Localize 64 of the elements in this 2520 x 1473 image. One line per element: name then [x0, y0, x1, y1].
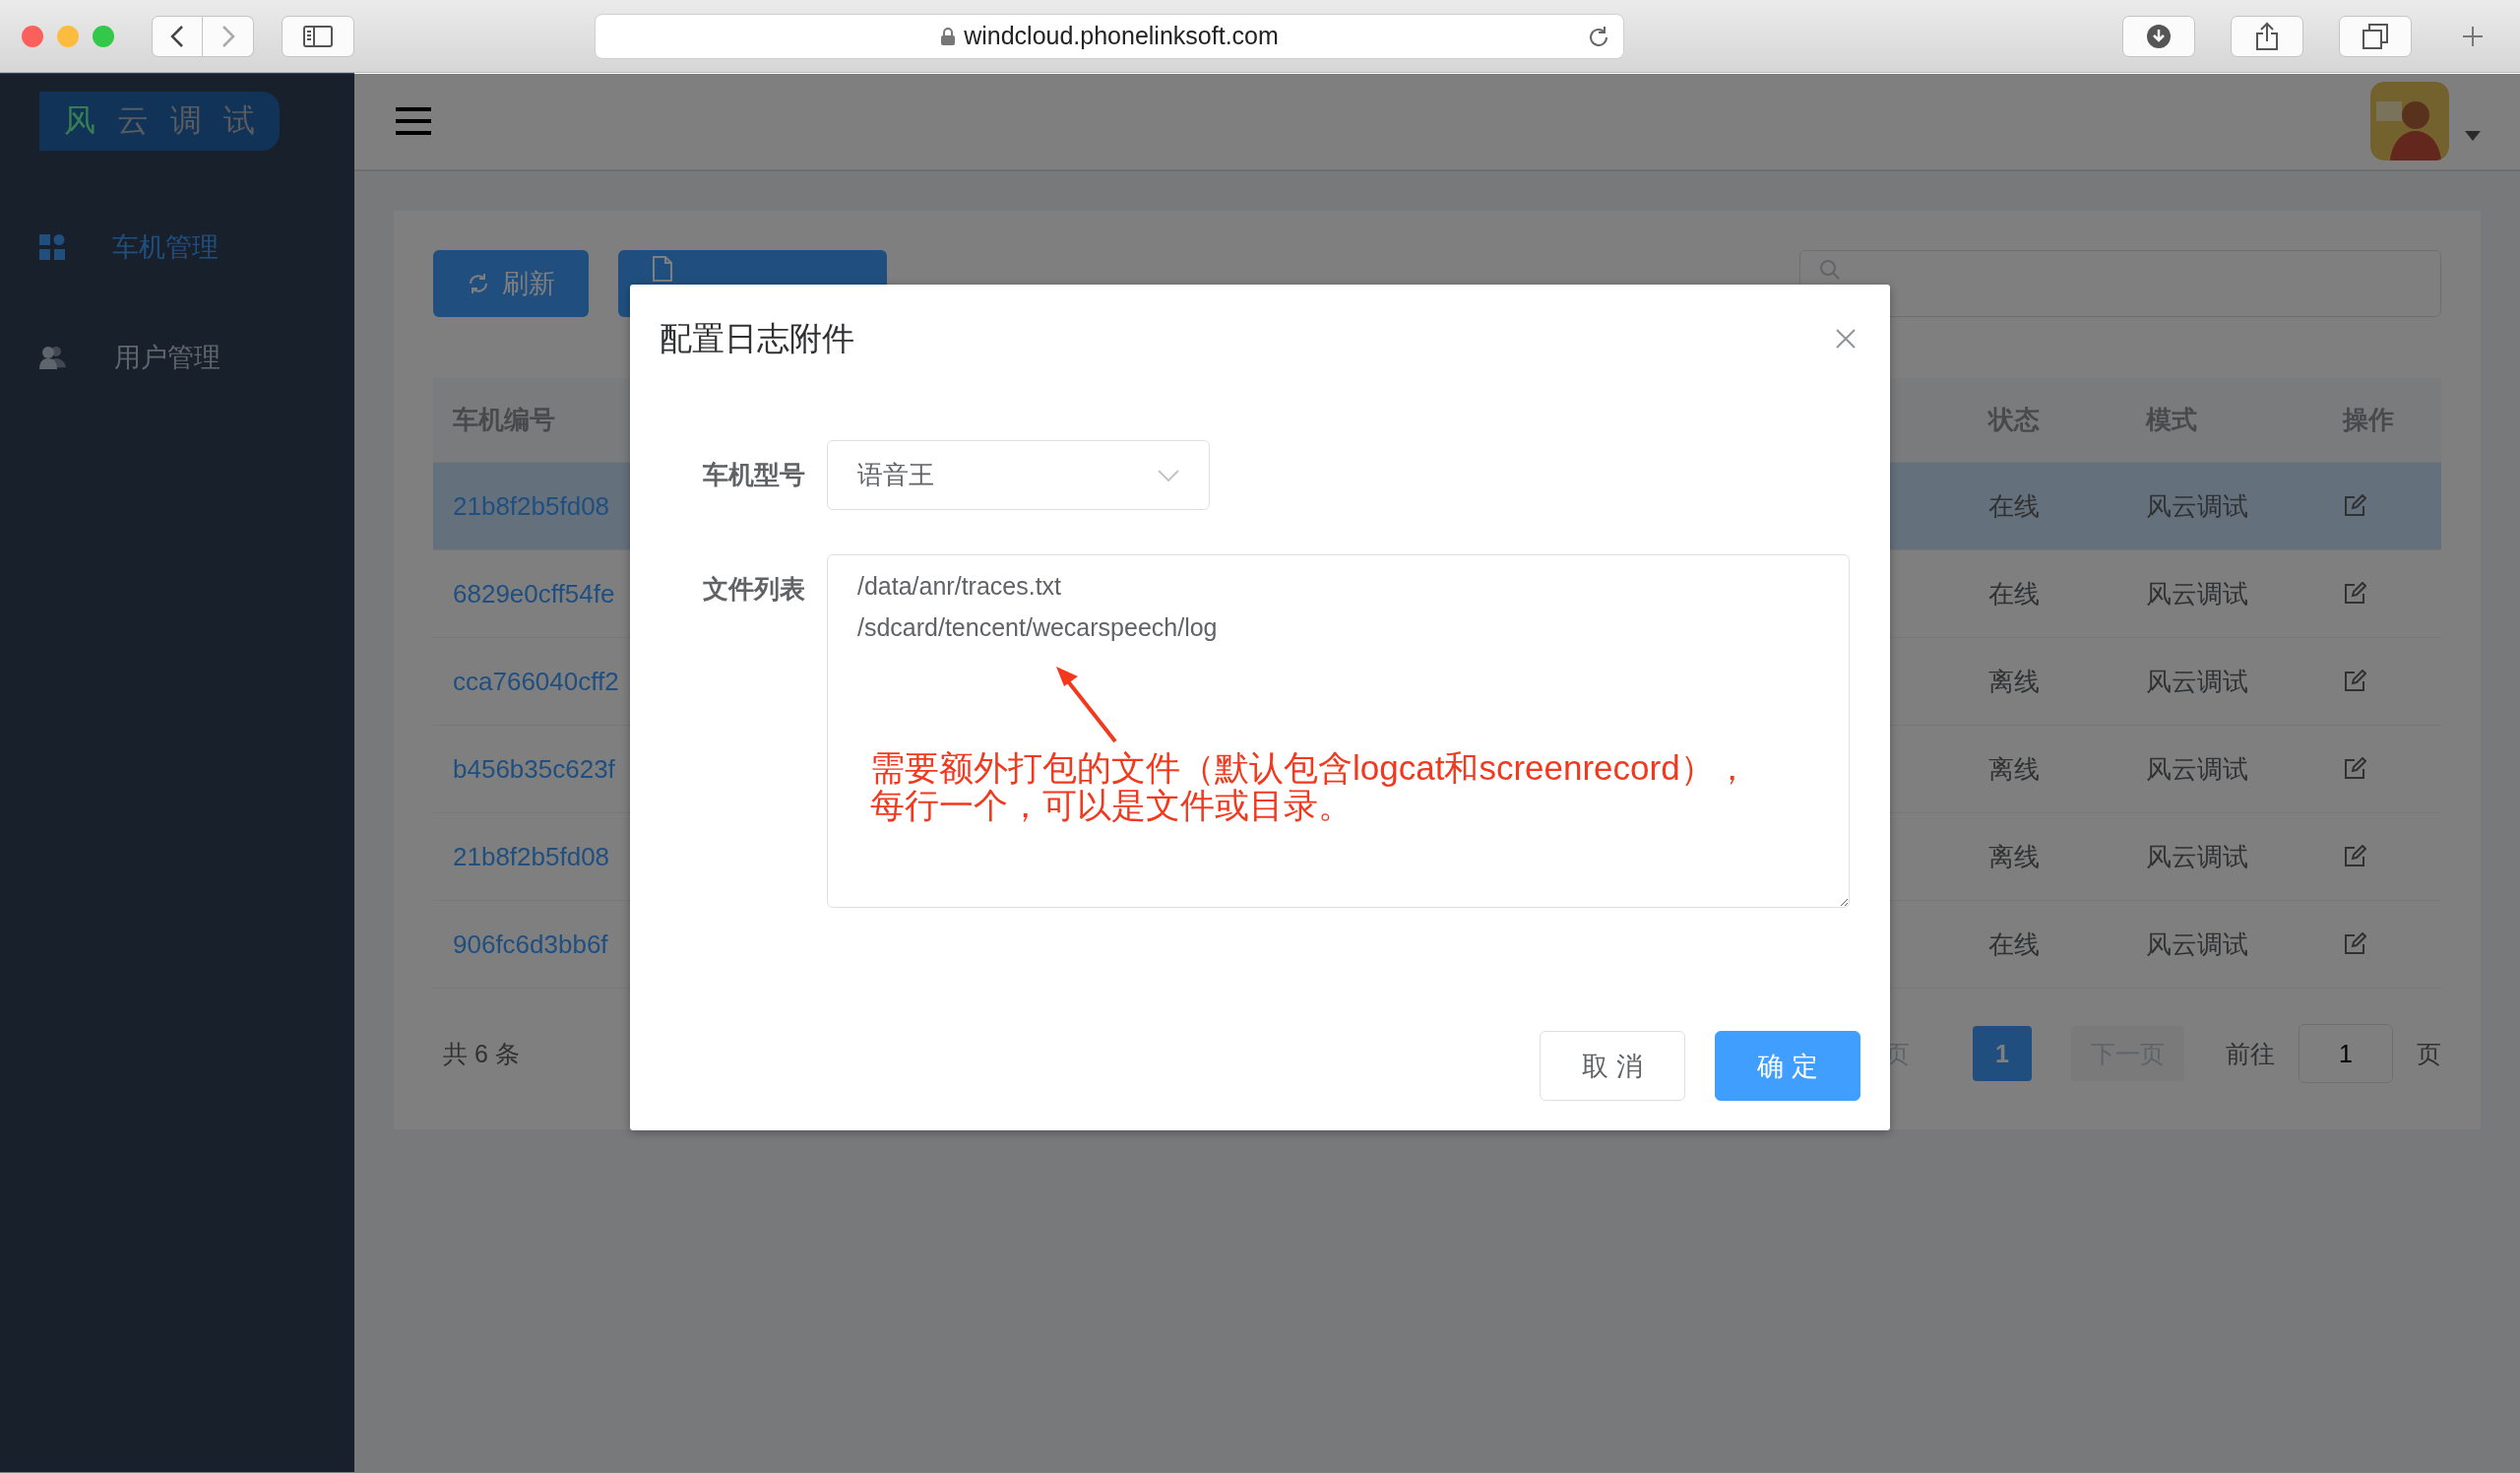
table-cell-text: 在线: [1987, 577, 2041, 610]
avatar-icon[interactable]: [2370, 82, 2449, 160]
edit-icon[interactable]: [2343, 494, 2366, 518]
page-suffix: 页: [2417, 1038, 2441, 1069]
logo-character: 调: [170, 101, 202, 140]
table-cell-text: 离线: [1987, 752, 2041, 786]
sidebar-icon: [303, 25, 333, 47]
share-button[interactable]: [2231, 15, 2303, 57]
sidebar-toggle-button[interactable]: [282, 15, 354, 57]
document-icon: [652, 256, 673, 282]
back-icon: [170, 24, 184, 48]
confirm-button[interactable]: 确 定: [1715, 1031, 1860, 1101]
edit-icon[interactable]: [2343, 582, 2366, 606]
logo-character: 试: [223, 101, 255, 140]
goto-label: 前往: [2226, 1038, 2275, 1069]
table-cell-text: 在线: [1987, 489, 2041, 523]
table-cell-text: 离线: [1987, 840, 2041, 873]
caret-icon[interactable]: [2465, 131, 2481, 141]
tabs-icon: [2362, 23, 2388, 49]
address-bar[interactable]: windcloud.phonelinksoft.com: [595, 13, 1624, 59]
close-window-icon[interactable]: [22, 25, 43, 47]
search-field[interactable]: [1799, 250, 2441, 317]
model-dropdown[interactable]: 语音王: [827, 440, 1210, 510]
edit-icon[interactable]: [2343, 845, 2366, 868]
table-cell-text: 在线: [1987, 928, 2041, 961]
table-cell-text: 风云调试: [2145, 928, 2249, 961]
dialog-title: 配置日志附件: [660, 318, 854, 358]
table-cell-text: 风云调试: [2145, 489, 2249, 523]
table-cell-text: 风云调试: [2145, 840, 2249, 873]
forward-icon: [220, 24, 235, 48]
cancel-button[interactable]: 取 消: [1540, 1031, 1685, 1101]
edit-icon[interactable]: [2343, 932, 2366, 956]
edit-icon[interactable]: [2343, 757, 2366, 781]
refresh-button[interactable]: 刷新: [433, 250, 589, 317]
page-button[interactable]: 1: [1973, 1026, 2032, 1081]
field-label: 文件列表: [702, 573, 806, 606]
table-cell-text: 风云调试: [2145, 752, 2249, 786]
url-text: windcloud.phonelinksoft.com: [964, 22, 1279, 50]
edit-icon[interactable]: [2343, 670, 2366, 693]
share-icon: [2255, 21, 2279, 51]
back-button[interactable]: [152, 15, 203, 57]
logo[interactable]: 风 云 调 试: [39, 92, 280, 151]
search-icon: [1819, 259, 1841, 281]
grid-icon: [39, 234, 65, 260]
table-cell-text: 风云调试: [2145, 577, 2249, 610]
total-count: 共 6 条: [443, 1038, 520, 1069]
chevron-down-icon: [1158, 469, 1179, 481]
logo-character: 风: [64, 101, 95, 140]
downloads-button[interactable]: [2122, 15, 2195, 57]
table-cell-text: 风云调试: [2145, 665, 2249, 698]
field-label: 车机型号: [702, 459, 806, 491]
logo-character: 云: [117, 101, 149, 140]
menu-icon[interactable]: [394, 106, 433, 136]
users-icon: [39, 346, 67, 369]
download-icon: [2146, 23, 2172, 49]
tabs-button[interactable]: [2339, 15, 2412, 57]
page-number-field[interactable]: 1: [2299, 1024, 2393, 1083]
table-cell-text: 离线: [1987, 665, 2041, 698]
lock-icon: [940, 26, 957, 46]
plus-icon: [2461, 24, 2485, 48]
sidebar-item[interactable]: 用户管理: [0, 302, 354, 413]
refresh-icon: [467, 272, 490, 295]
annotation-text: 需要额外打包的文件（默认包含logcat和screenrecord）， 每行一个，可以是文件或目录。: [870, 749, 1749, 824]
sidebar-item[interactable]: 车机管理: [0, 192, 354, 302]
